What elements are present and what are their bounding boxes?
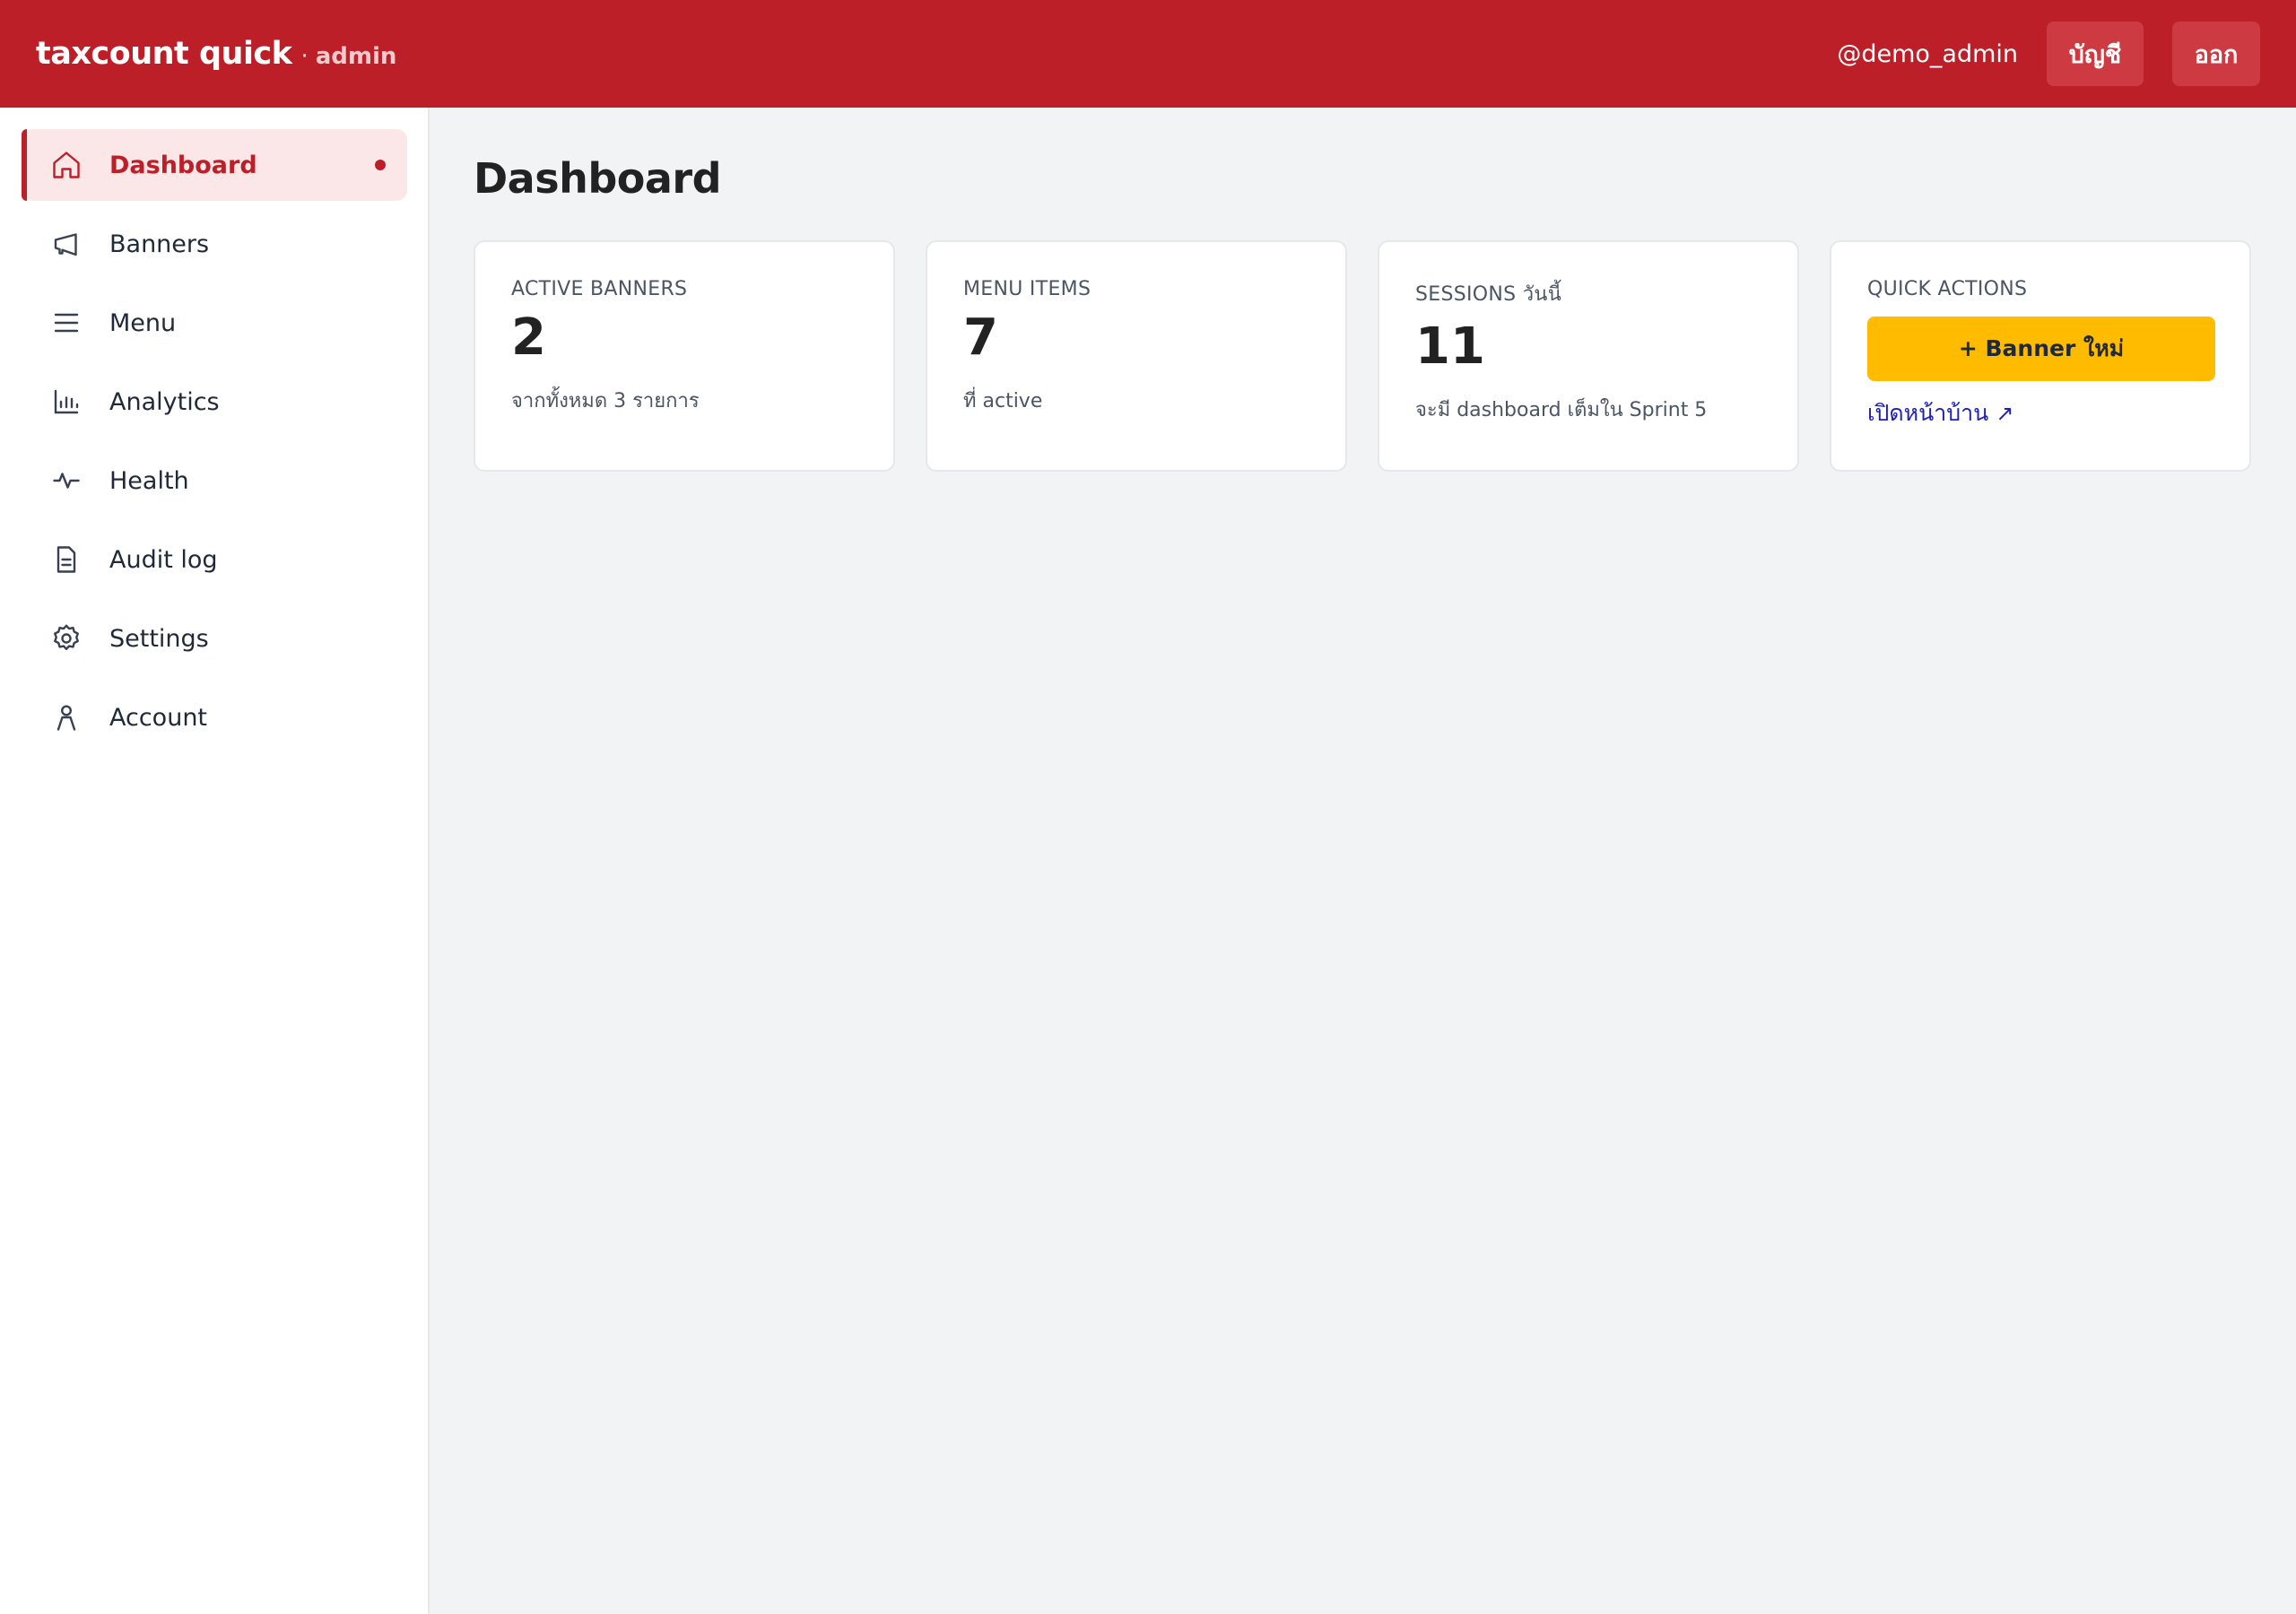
user-icon — [50, 701, 83, 733]
sidebar-item-account[interactable]: Account — [22, 681, 407, 753]
sidebar-item-label: Health — [109, 466, 189, 495]
external-link-icon: ↗ — [1996, 401, 2014, 426]
card-value: 7 — [963, 308, 998, 367]
sidebar-item-label: Dashboard — [109, 151, 257, 179]
card-value: 2 — [511, 308, 546, 367]
sidebar-item-settings[interactable]: Settings — [22, 603, 407, 674]
open-home-link-label: เปิดหน้าบ้าน — [1867, 400, 1989, 426]
home-icon — [50, 149, 83, 181]
stat-card-active-banners: ACTIVE BANNERS 2 จากทั้งหมด 3 รายการ — [474, 240, 895, 472]
active-indicator-dot — [375, 160, 386, 170]
card-note: จากทั้งหมด 3 รายการ — [511, 390, 700, 412]
sidebar-item-menu[interactable]: Menu — [22, 287, 407, 359]
megaphone-icon — [50, 228, 83, 260]
document-icon — [50, 543, 83, 576]
card-label: MENU ITEMS — [963, 278, 1091, 300]
quick-actions-card: QUICK ACTIONS + Banner ใหม่ เปิดหน้าบ้าน… — [1830, 240, 2251, 472]
card-note: จะมี dashboard เต็มใน Sprint 5 — [1415, 399, 1708, 421]
sidebar-item-analytics[interactable]: Analytics — [22, 366, 407, 438]
stat-card-menu-items: MENU ITEMS 7 ที่ active — [926, 240, 1347, 472]
account-button[interactable]: บัญชี — [2047, 22, 2144, 86]
sidebar-item-label: Settings — [109, 624, 209, 653]
user-handle: @demo_admin — [1837, 39, 2018, 68]
card-label: ACTIVE BANNERS — [511, 278, 688, 300]
stat-card-sessions: SESSIONS วันนี้ 11 จะมี dashboard เต็มใน… — [1378, 240, 1799, 472]
sidebar-item-label: Account — [109, 703, 208, 732]
logout-button[interactable]: ออก — [2172, 22, 2260, 86]
card-note: ที่ active — [963, 390, 1043, 412]
card-value: 11 — [1415, 317, 1485, 376]
brand[interactable]: taxcount quick · admin — [36, 36, 396, 72]
sidebar: Dashboard Banners Menu Analytics Health … — [0, 108, 430, 1614]
menu-icon — [50, 307, 83, 339]
card-label: QUICK ACTIONS — [1867, 278, 2028, 300]
stat-cards: ACTIVE BANNERS 2 จากทั้งหมด 3 รายการ MEN… — [474, 240, 2267, 472]
sidebar-item-banners[interactable]: Banners — [22, 208, 407, 280]
card-label: SESSIONS วันนี้ — [1415, 283, 1562, 306]
sidebar-item-health[interactable]: Health — [22, 445, 407, 516]
top-right-actions: @demo_admin บัญชี ออก — [1837, 22, 2260, 86]
sidebar-item-audit-log[interactable]: Audit log — [22, 524, 407, 595]
new-banner-button[interactable]: + Banner ใหม่ — [1867, 317, 2215, 381]
page-title: Dashboard — [474, 154, 722, 203]
main-content: Dashboard ACTIVE BANNERS 2 จากทั้งหมด 3 … — [474, 108, 2267, 472]
brand-name: taxcount quick — [36, 36, 292, 72]
brand-subtitle: admin — [315, 43, 397, 70]
sidebar-item-label: Audit log — [109, 545, 218, 574]
brand-separator: · — [300, 43, 309, 70]
sidebar-item-label: Banners — [109, 230, 210, 258]
bar-chart-icon — [50, 386, 83, 418]
pulse-icon — [50, 464, 83, 497]
open-home-link[interactable]: เปิดหน้าบ้าน ↗ — [1867, 395, 2213, 431]
top-bar: taxcount quick · admin @demo_admin บัญชี… — [0, 0, 2296, 108]
sidebar-item-dashboard[interactable]: Dashboard — [22, 129, 407, 201]
sidebar-item-label: Menu — [109, 308, 177, 337]
sidebar-item-label: Analytics — [109, 387, 220, 416]
gear-icon — [50, 622, 83, 655]
